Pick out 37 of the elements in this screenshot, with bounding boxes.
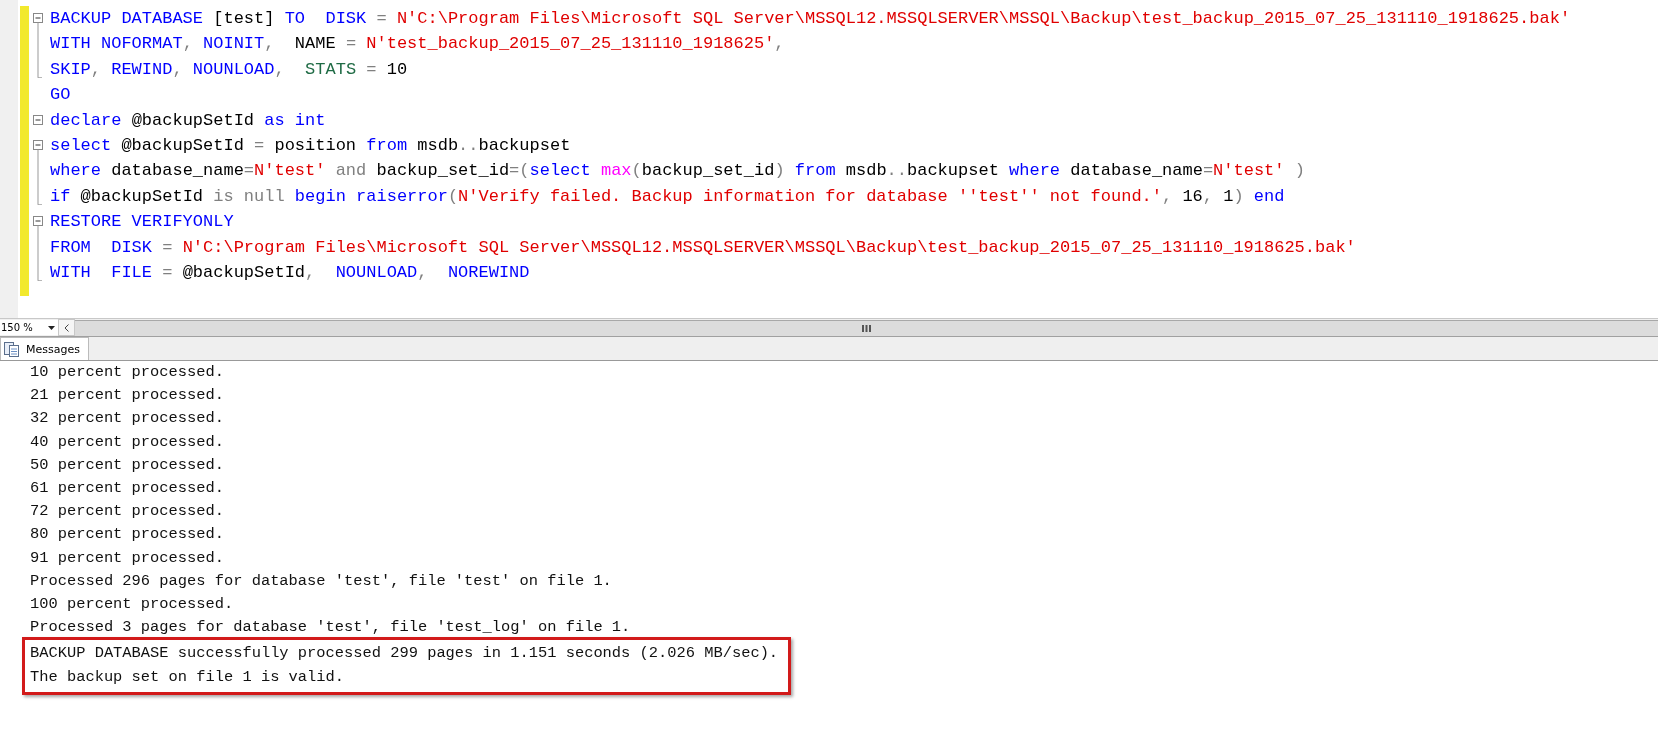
horizontal-scrollbar[interactable] <box>75 319 1658 336</box>
code-line: BACKUP DATABASE [test] TO DISK = N'C:\Program Files\Microsoft SQL Server\MSSQL12.MSSQLSERVER\MSSQL\Backup\test_backup_2015_07_25_131110_1918625.bak' <box>50 8 1571 30</box>
message-line: The backup set on file 1 is valid. <box>30 666 346 688</box>
grip-icon <box>862 324 871 332</box>
message-line: 50 percent processed. <box>30 454 224 476</box>
scroll-left-button[interactable] <box>58 319 75 336</box>
code-line: WITH NOFORMAT, NOINIT, NAME = N'test_backup_2015_07_25_131110_1918625', <box>50 33 785 56</box>
zoom-dropdown[interactable]: 150 % <box>0 320 58 335</box>
caret-icon <box>48 325 55 330</box>
message-line: 10 percent processed. <box>30 362 224 383</box>
message-line: 91 percent processed. <box>30 547 224 569</box>
collapse-icon[interactable] <box>33 216 43 282</box>
code-line: FROM DISK = N'C:\Program Files\Microsoft SQL Server\MSSQL12.MSSQLSERVER\MSSQL\Backup\test_backup_2015_07_25_131110_1918625.bak' <box>50 236 1356 259</box>
message-line: 80 percent processed. <box>30 524 224 546</box>
messages-tab[interactable]: Messages <box>0 337 89 360</box>
code-line: where database_name=N'test' and backup_set_id=(select max(backup_set_id) from msdb..backupset where database_name=N'test' ) <box>50 160 1305 183</box>
code-line: GO <box>50 84 71 107</box>
message-line: 32 percent processed. <box>30 408 224 430</box>
collapse-icon[interactable] <box>33 114 43 125</box>
collapse-icon[interactable] <box>33 139 43 206</box>
code-line: WITH FILE = @backupSetId, NOUNLOAD, NOREWIND <box>50 261 530 284</box>
collapse-icon[interactable] <box>33 13 43 79</box>
code-line: declare @backupSetId as int <box>50 109 326 132</box>
message-line: 40 percent processed. <box>30 431 224 453</box>
message-line: 21 percent processed. <box>30 385 224 407</box>
message-line: 100 percent processed. <box>30 594 234 616</box>
code-line: if @backupSetId is null begin raiserror(N'Verify failed. Backup information for database ''test'' not found.', 16, 1) end <box>50 185 1285 208</box>
document-icon <box>4 341 20 357</box>
code-line: select @backupSetId = position from msdb..backupset <box>50 134 571 157</box>
code-line: SKIP, REWIND, NOUNLOAD, STATS = 10 <box>50 58 408 81</box>
chevron-left-icon <box>64 323 69 332</box>
message-line: Processed 3 pages for database 'test', file 'test_log' on file 1. <box>30 617 631 639</box>
code-line: RESTORE VERIFYONLY <box>50 211 234 234</box>
message-line: Processed 296 pages for database 'test', file 'test' on file 1. <box>30 570 612 592</box>
message-line: BACKUP DATABASE successfully processed 299 pages in 1.151 seconds (2.026 MB/sec). <box>30 643 779 665</box>
message-line: 72 percent processed. <box>30 501 224 523</box>
message-line: 61 percent processed. <box>30 478 224 499</box>
